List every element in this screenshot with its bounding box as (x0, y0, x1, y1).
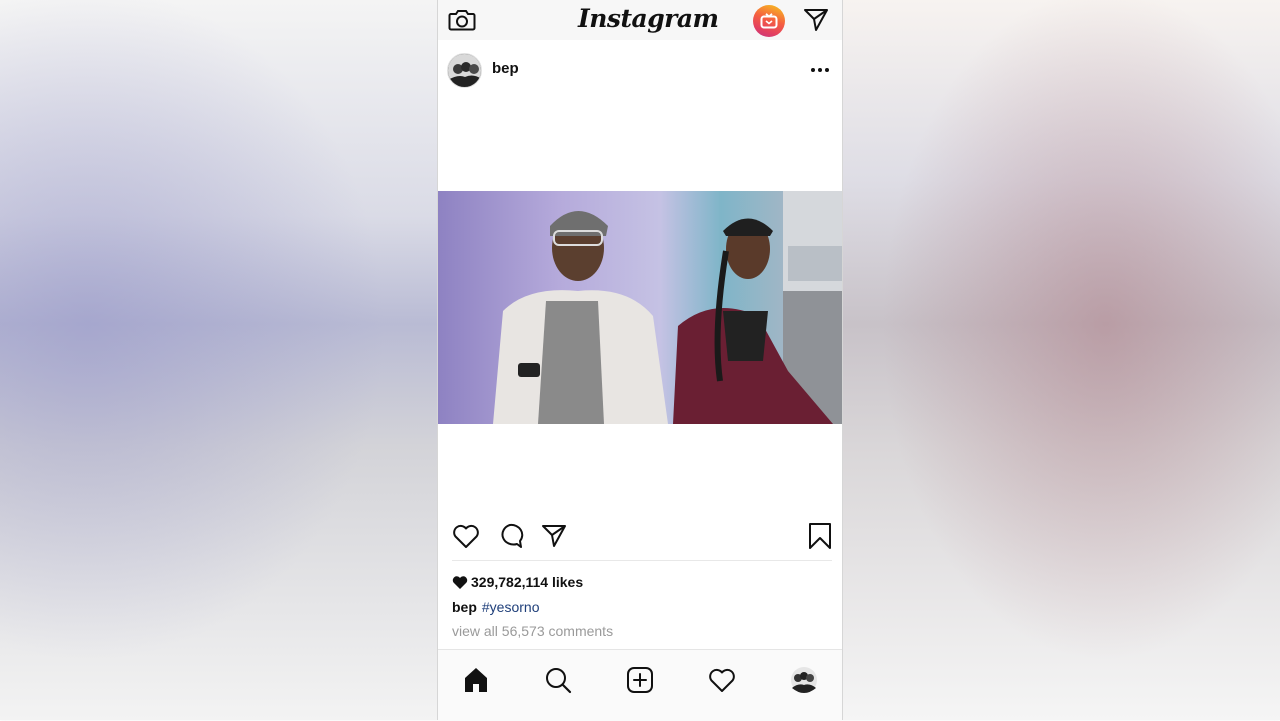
caption-username[interactable]: bep (452, 599, 477, 615)
bottom-nav (438, 649, 842, 721)
home-icon[interactable] (460, 664, 492, 696)
profile-avatar[interactable] (788, 664, 820, 696)
search-icon[interactable] (542, 664, 574, 696)
post-actions (438, 518, 842, 554)
post-caption: bep #yesorno (452, 599, 539, 615)
camera-icon[interactable] (448, 7, 476, 33)
post-header: bep (438, 50, 842, 92)
likes-count[interactable]: 329,782,114 likes (452, 574, 583, 590)
top-bar: Instagram (438, 0, 842, 40)
paper-plane-icon[interactable] (802, 7, 830, 33)
divider (452, 560, 832, 561)
instagram-app-screen: Instagram bep 329,782,114 likes bep #yes… (437, 0, 843, 721)
bookmark-icon[interactable] (806, 522, 834, 550)
heart-outline-icon[interactable] (452, 522, 480, 550)
avatar[interactable] (447, 53, 482, 88)
comment-icon[interactable] (496, 522, 524, 550)
blurred-background-right (843, 0, 1280, 720)
likes-text: 329,782,114 likes (471, 574, 584, 590)
heart-filled-icon (452, 575, 468, 589)
post-media[interactable] (438, 191, 842, 424)
blurred-background-left (0, 0, 437, 720)
add-post-icon[interactable] (624, 664, 656, 696)
post-media-image (438, 191, 842, 424)
instagram-logo: Instagram (578, 4, 719, 33)
activity-heart-icon[interactable] (706, 664, 738, 696)
view-comments-link[interactable]: view all 56,573 comments (452, 623, 613, 639)
caption-hashtag[interactable]: #yesorno (482, 599, 540, 615)
more-horizontal-icon[interactable] (808, 58, 832, 82)
paper-plane-icon[interactable] (540, 522, 568, 550)
igtv-icon[interactable] (753, 5, 785, 37)
post-username[interactable]: bep (492, 60, 519, 77)
